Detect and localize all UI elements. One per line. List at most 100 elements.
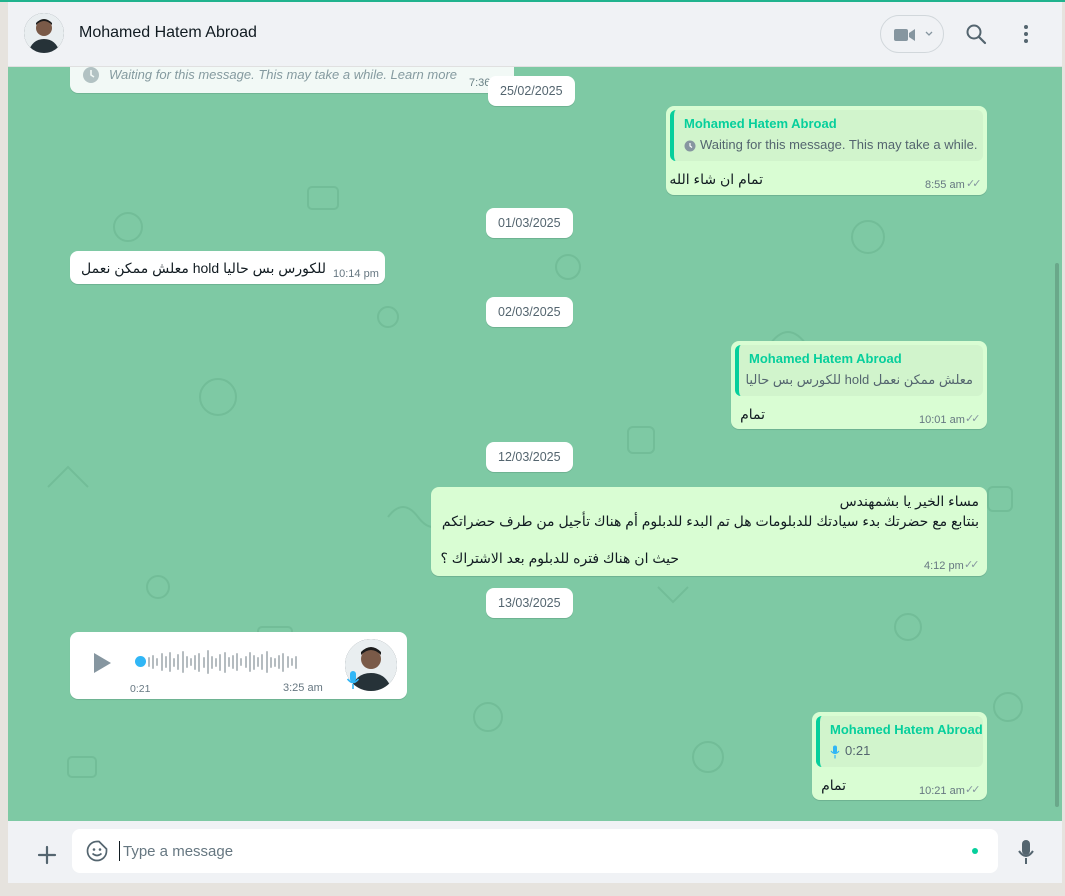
message-input[interactable]: Type a message [72,829,998,873]
date-separator: 02/03/2025 [486,297,573,327]
double-check-icon: ✓✓ [966,178,982,190]
waveform-bar [290,658,293,666]
message-time: 4:12 pm [924,560,964,572]
waveform-bar [211,655,213,669]
waveform-bar [164,656,167,668]
plus-icon [37,845,57,865]
waveform-bar [236,653,239,671]
waveform-bar [190,658,192,666]
message-text: تمام ان شاء الله [669,171,763,187]
message-time: 10:14 pm [333,268,379,280]
message-incoming[interactable]: معلش ممكن نعمل hold للكورس بس حاليا 10:1… [70,251,385,284]
voice-waveform[interactable] [148,648,318,676]
date-separator: 12/03/2025 [486,442,573,472]
waveform-bar [181,651,184,673]
chat-scrollbar[interactable] [1055,263,1059,807]
message-text: معلش ممكن نعمل hold للكورس بس حاليا [81,260,327,276]
search-button[interactable] [961,19,991,49]
waveform-bar [194,654,197,670]
waveform-bar [160,653,163,671]
composer-bar: Type a message [8,821,1062,883]
chat-header: Mohamed Hatem Abroad [8,2,1062,67]
double-check-icon: ✓✓ [965,413,981,425]
message-outgoing-reply[interactable]: Mohamed Hatem Abroad Waiting for this me… [666,106,987,195]
message-time: 10:01 am [919,414,965,426]
waveform-bar [269,656,272,668]
quote-duration: 0:21 [845,743,871,758]
waveform-bar [148,657,150,667]
waveform-bar [295,655,297,669]
sticker-icon[interactable] [86,840,108,862]
quoted-message[interactable]: Mohamed Hatem Abroad معلش ممكن نعمل hold… [735,345,983,396]
attach-button[interactable] [32,840,62,870]
message-outgoing[interactable]: مساء الخير يا بشمهندس بنتابع مع حضرتك بد… [431,487,987,576]
waveform-bar [177,654,180,670]
mic-icon [830,745,840,759]
grammar-indicator-dot [972,848,978,854]
waveform-bar [274,657,276,667]
video-call-button[interactable] [880,15,944,53]
date-separator: 13/03/2025 [486,588,573,618]
waveform-bar [169,652,171,672]
message-time: 10:21 am [919,785,965,797]
message-outgoing-reply[interactable]: Mohamed Hatem Abroad 0:21 تمام 10:21 am … [812,712,987,800]
message-input-placeholder: Type a message [123,843,234,860]
waveform-bar [278,655,281,669]
message-text-line: مساء الخير يا بشمهندس [839,493,979,509]
waveform-bar [253,654,255,670]
waveform-bar [198,652,201,672]
waveform-bar [202,656,205,668]
message-text: تمام [740,406,765,422]
quote-text: معلش ممكن نعمل hold للكورس بس حاليا [745,372,973,387]
quoted-message[interactable]: Mohamed Hatem Abroad 0:21 [816,716,983,767]
contact-avatar[interactable] [24,13,64,53]
waveform-bar [227,657,230,667]
chat-area[interactable]: Waiting for this message. This may take … [8,67,1062,821]
chevron-down-icon [925,31,933,36]
waveform-bar [185,656,188,668]
waveform-bar [261,654,264,670]
double-check-icon: ✓✓ [964,559,980,571]
mic-icon [1018,840,1034,864]
message-outgoing-reply[interactable]: Mohamed Hatem Abroad معلش ممكن نعمل hold… [731,341,987,429]
quoted-message[interactable]: Mohamed Hatem Abroad Waiting for this me… [670,110,983,161]
waveform-bar [173,657,176,667]
menu-dots-icon [1024,25,1028,43]
waveform-bar [265,651,268,673]
waveform-bar [286,656,289,668]
waveform-bar [215,657,218,667]
waveform-bar [152,655,155,669]
waveform-bar [223,651,226,673]
text-caret [119,841,120,861]
waiting-text: Waiting for this message. This may take … [109,67,458,82]
date-separator: 01/03/2025 [486,208,573,238]
double-check-icon: ✓✓ [965,784,981,796]
menu-button[interactable] [1011,19,1041,49]
mic-icon [346,671,360,689]
quote-author: Mohamed Hatem Abroad [749,351,902,366]
message-incoming-waiting[interactable]: Waiting for this message. This may take … [70,67,514,93]
playback-slider-handle[interactable] [135,656,146,667]
voice-record-button[interactable] [1011,837,1041,867]
waveform-bar [240,658,243,666]
waveform-bar [156,658,159,666]
play-icon[interactable] [92,652,112,674]
contact-name[interactable]: Mohamed Hatem Abroad [79,24,257,42]
quote-author: Mohamed Hatem Abroad [830,722,983,737]
waveform-bar [282,652,285,672]
message-text-line: حيث ان هناك فتره للدبلوم بعد الاشتراك ؟ [440,550,679,566]
clock-icon [83,67,99,83]
quote-text: Waiting for this message. This may take … [700,137,978,152]
waveform-bar [232,655,234,669]
video-call-icon [894,29,915,41]
search-icon [966,24,987,45]
message-time: 3:25 am [283,682,323,694]
message-time: 8:55 am [925,179,965,191]
waveform-bar [248,652,251,672]
waveform-bar [244,656,247,668]
clock-icon [684,140,696,152]
message-text-line: بنتابع مع حضرتك بدء سيادتك للدبلومات هل … [441,513,979,529]
voice-message-incoming[interactable]: 0:21 3:25 am [70,632,407,699]
voice-duration: 0:21 [130,683,151,695]
date-separator: 25/02/2025 [488,76,575,106]
